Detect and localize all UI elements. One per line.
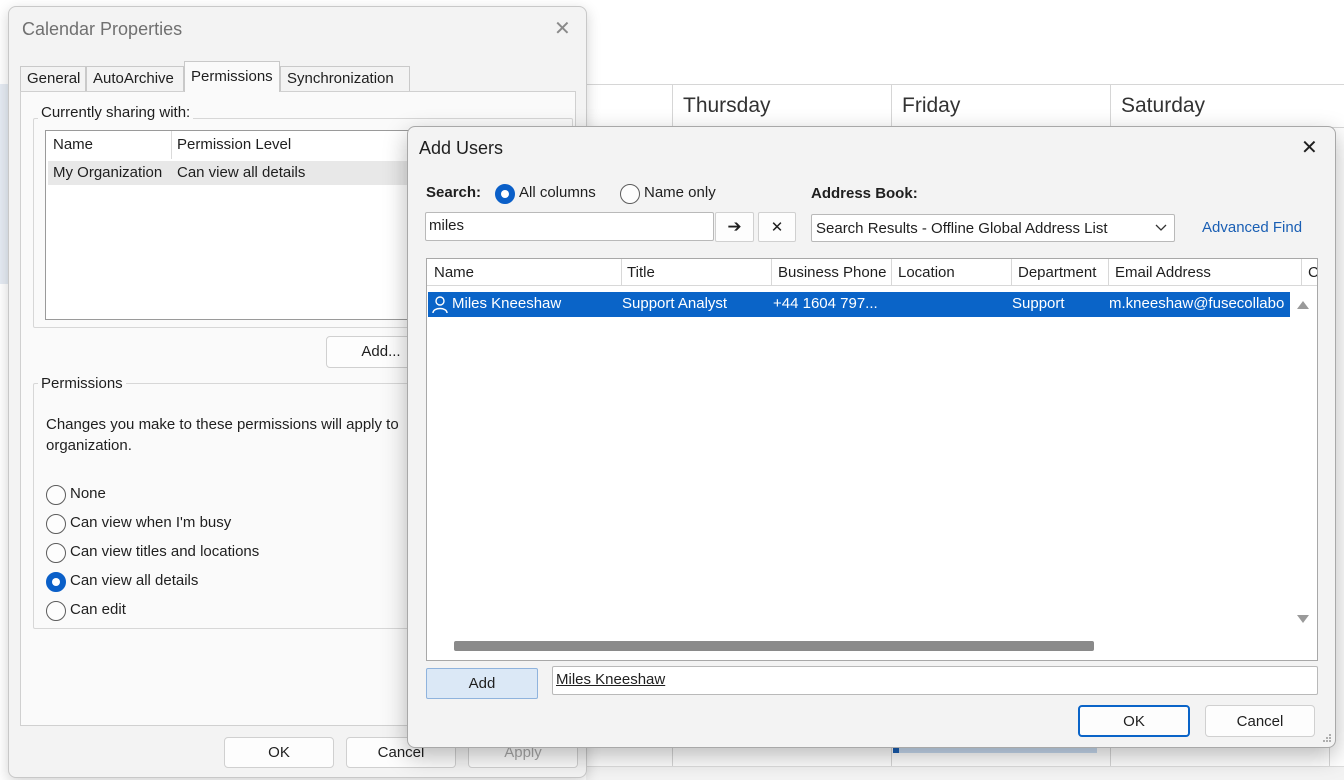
radio-all-details[interactable] [46, 572, 66, 592]
radio-all-columns[interactable] [495, 184, 515, 204]
tab-general[interactable]: General [20, 66, 86, 92]
result-email: m.kneeshaw@fusecollabo [1109, 295, 1285, 312]
address-book-label: Address Book: [811, 185, 918, 202]
column-divider[interactable] [1301, 259, 1302, 286]
scrollbar-thumb[interactable] [454, 641, 1094, 651]
sharing-level: Can view all details [177, 164, 306, 181]
cancel-button[interactable]: Cancel [1205, 705, 1315, 737]
add-user-button[interactable]: Add [426, 668, 538, 699]
radio-edit[interactable] [46, 601, 66, 621]
column-header-more[interactable]: C [1308, 264, 1317, 281]
close-icon[interactable]: ✕ [554, 19, 571, 39]
column-header-title[interactable]: Title [627, 264, 655, 281]
add-users-dialog: Add Users ✕ Search: All columns Name onl… [407, 126, 1336, 748]
column-header-name[interactable]: Name [434, 264, 474, 281]
column-header-permission-level[interactable]: Permission Level [177, 136, 291, 153]
column-header-email-address[interactable]: Email Address [1115, 264, 1211, 281]
radio-label: None [70, 485, 106, 502]
results-list[interactable]: Name Title Business Phone Location Depar… [426, 258, 1318, 661]
radio-label: Name only [644, 184, 716, 201]
day-header-thursday: Thursday [672, 84, 892, 128]
column-divider[interactable] [891, 259, 892, 286]
tab-autoarchive[interactable]: AutoArchive [86, 66, 184, 92]
tab-synchronization[interactable]: Synchronization [280, 66, 410, 92]
address-book-value: Search Results - Offline Global Address … [816, 220, 1108, 237]
day-header-friday: Friday [891, 84, 1111, 128]
column-header-name[interactable]: Name [53, 136, 93, 153]
arrow-right-icon: ➔ [727, 217, 742, 236]
radio-label: Can view when I'm busy [70, 514, 232, 531]
result-title: Support Analyst [622, 295, 728, 312]
permissions-group-label: Permissions [38, 375, 126, 392]
dialog-title: Add Users [419, 138, 504, 158]
clear-search-button[interactable]: ✕ [758, 212, 796, 242]
chevron-down-icon [1155, 224, 1167, 231]
result-phone: +44 1604 797... [773, 295, 878, 312]
day-header-saturday: Saturday [1110, 84, 1330, 128]
table-row[interactable]: Miles Kneeshaw Support Analyst +44 1604 … [428, 292, 1290, 317]
column-divider[interactable] [621, 259, 622, 286]
go-button[interactable]: ➔ [715, 212, 754, 242]
column-divider[interactable] [1108, 259, 1109, 286]
ok-button[interactable]: OK [1078, 705, 1190, 737]
permissions-description: Changes you make to these permissions wi… [46, 416, 399, 433]
sharing-group-label: Currently sharing with: [38, 104, 194, 121]
result-department: Support [1012, 295, 1065, 312]
radio-label: Can edit [70, 601, 126, 618]
resize-grip-icon[interactable] [1322, 733, 1332, 743]
scroll-up-icon[interactable] [1297, 301, 1309, 309]
vertical-scrollbar[interactable] [1291, 289, 1317, 633]
column-divider[interactable] [171, 131, 172, 159]
ok-button[interactable]: OK [224, 737, 334, 768]
status-bar [586, 766, 1344, 780]
radio-busy[interactable] [46, 514, 66, 534]
search-label: Search: [426, 184, 482, 201]
permissions-description-2: organization. [46, 437, 132, 454]
search-input[interactable]: miles [425, 212, 714, 241]
horizontal-scrollbar[interactable] [427, 633, 1317, 660]
result-name: Miles Kneeshaw [452, 295, 562, 312]
radio-label: Can view titles and locations [70, 543, 260, 560]
scroll-down-icon[interactable] [1297, 615, 1309, 623]
radio-name-only[interactable] [620, 184, 640, 204]
radio-none[interactable] [46, 485, 66, 505]
radio-titles[interactable] [46, 543, 66, 563]
tab-permissions[interactable]: Permissions [184, 61, 280, 92]
close-icon[interactable]: ✕ [1301, 138, 1318, 158]
dialog-title: Calendar Properties [22, 19, 183, 39]
radio-label: Can view all details [70, 572, 199, 589]
column-divider[interactable] [1011, 259, 1012, 286]
column-header-department[interactable]: Department [1018, 264, 1096, 281]
radio-label: All columns [519, 184, 596, 201]
selected-user: Miles Kneeshaw [556, 671, 666, 688]
address-book-select[interactable]: Search Results - Offline Global Address … [811, 214, 1175, 242]
close-icon: ✕ [770, 219, 784, 236]
column-header-business-phone[interactable]: Business Phone [778, 264, 886, 281]
column-header-location[interactable]: Location [898, 264, 955, 281]
user-icon [432, 296, 448, 314]
column-divider[interactable] [771, 259, 772, 286]
sharing-name: My Organization [53, 164, 163, 181]
selected-users-field[interactable]: Miles Kneeshaw [552, 666, 1318, 695]
advanced-find-link[interactable]: Advanced Find [1202, 219, 1302, 236]
